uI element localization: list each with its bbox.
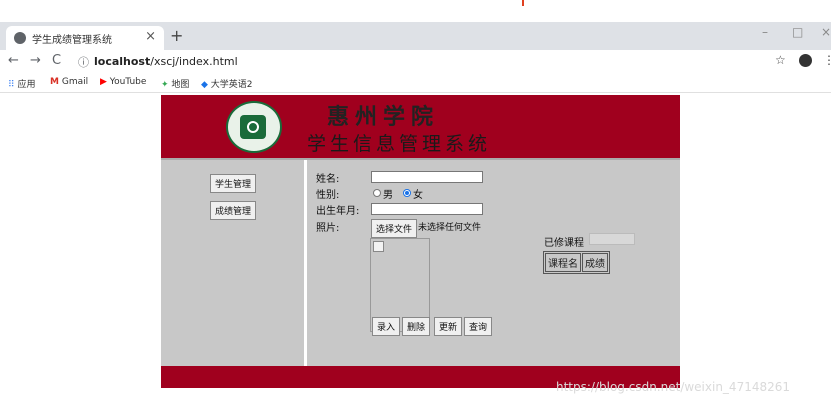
column-header-grade: 成绩 [582,253,608,272]
reload-button[interactable]: C [52,53,61,68]
bookmark-apps[interactable]: ⠿ 应用 [8,77,35,90]
apps-icon: ⠿ [8,80,15,90]
grade-management-button[interactable]: 成绩管理 [210,201,257,220]
bookmark-english[interactable]: ◆ 大学英语2 [201,77,253,90]
close-window-button[interactable]: × [821,25,831,39]
bookmark-star-icon[interactable]: ☆ [775,53,786,67]
bookmarks-bar: ⠿ 应用 M Gmail ▶ YouTube ✦ 地图 ◆ 大学英语2 [0,74,831,93]
gender-female-radio[interactable] [403,189,411,197]
delete-button[interactable]: 删除 [402,317,431,336]
watermark: https://blog.csdn.net/weixin_47148261 [556,380,791,394]
forward-button[interactable]: → [30,53,41,68]
student-management-button[interactable]: 学生管理 [210,174,257,193]
courses-table: 课程名 成绩 [543,251,610,274]
birth-label: 出生年月: [316,206,360,217]
gmail-icon: M [50,77,59,87]
top-marker [522,0,524,6]
update-button[interactable]: 更新 [434,317,463,336]
bookmark-label: 地图 [171,80,190,90]
window-top-strip [0,0,831,22]
maps-icon: ✦ [161,80,169,90]
url-host: localhost [94,55,151,68]
column-header-course: 课程名 [545,253,581,272]
new-tab-button[interactable]: + [170,26,183,45]
page-header: 惠州学院 学生信息管理系统 [161,95,680,158]
gender-label: 性别: [316,190,340,201]
name-label: 姓名: [316,174,340,185]
maximize-button[interactable]: □ [792,25,803,39]
bookmark-label: Gmail [61,77,89,87]
photo-label: 照片: [316,223,340,234]
system-title: 学生信息管理系统 [307,133,492,155]
globe-icon [14,32,26,44]
birth-input[interactable] [371,203,483,215]
broken-image-icon [373,241,384,252]
account-icon[interactable] [799,54,812,67]
bookmark-icon: ◆ [201,80,208,90]
bookmark-gmail[interactable]: M Gmail [50,77,88,87]
school-name: 惠州学院 [327,104,440,130]
info-icon[interactable]: ⓘ [78,54,89,70]
name-input[interactable] [371,171,483,183]
university-logo [226,101,282,153]
courses-field [589,233,635,245]
bookmark-label: 应用 [17,80,36,90]
tab-title: 学生成绩管理系统 [32,35,112,46]
tab-bar: 学生成绩管理系统 × + – □ × [0,22,831,50]
url-text: localhost/xscj/index.html [94,55,238,68]
gender-male-radio[interactable] [373,189,381,197]
bookmark-maps[interactable]: ✦ 地图 [161,77,189,90]
vertical-divider [304,160,307,368]
address-bar: ← → C ⓘ localhost/xscj/index.html ☆ ⋮ [0,50,831,74]
gender-female-label: 女 [413,190,423,201]
url-path: /xscj/index.html [150,55,238,68]
browser-tab[interactable]: 学生成绩管理系统 × [6,26,164,50]
no-file-text: 未选择任何文件 [418,223,482,233]
courses-label: 已修课程 [544,238,584,249]
add-button[interactable]: 录入 [372,317,401,336]
url-field[interactable]: ⓘ localhost/xscj/index.html [74,52,764,72]
back-button[interactable]: ← [8,53,19,68]
tab-close-icon[interactable]: × [145,29,156,44]
gender-male-label: 男 [383,190,393,201]
logo-emblem [240,115,266,139]
menu-kebab-icon[interactable]: ⋮ [823,53,831,67]
minimize-button[interactable]: – [762,25,768,39]
query-button[interactable]: 查询 [464,317,493,336]
youtube-icon: ▶ [100,77,107,87]
bookmark-youtube[interactable]: ▶ YouTube [100,77,146,87]
bookmark-label: YouTube [109,77,147,87]
bookmark-label: 大学英语2 [210,80,253,90]
choose-file-button[interactable]: 选择文件 [371,219,418,238]
main-content: 学生管理 成绩管理 姓名: 性别: 男 女 出生年月: 照片: 选择文件 未选择… [161,158,680,368]
